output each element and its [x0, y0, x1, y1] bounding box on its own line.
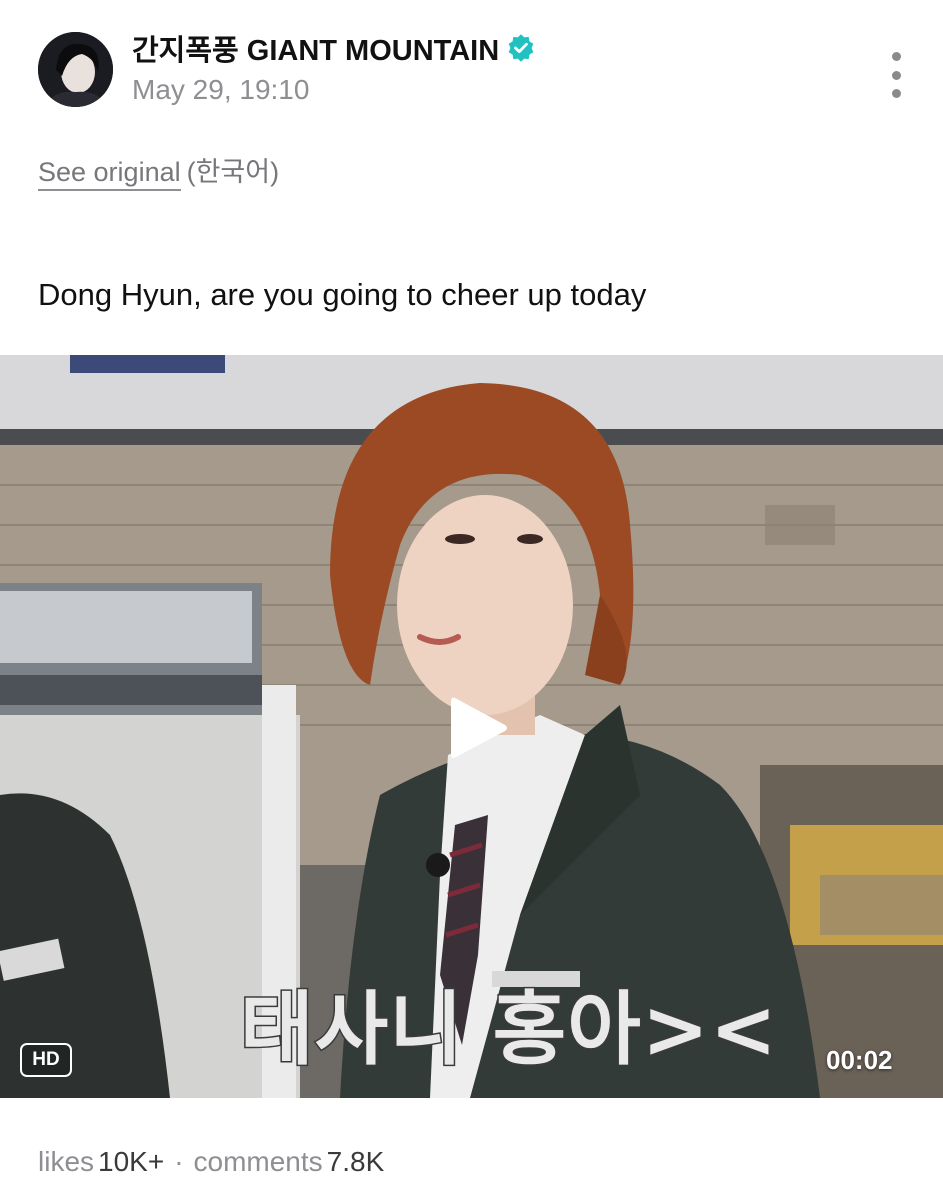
comments-label[interactable]: comments	[194, 1146, 323, 1177]
verified-badge-icon	[508, 34, 534, 62]
stats-separator: ·	[174, 1146, 184, 1177]
menu-dot	[891, 70, 901, 80]
author-name-text[interactable]: 간지폭풍 GIANT MOUNTAIN	[132, 27, 499, 69]
play-icon[interactable]	[447, 694, 509, 762]
menu-dot	[891, 52, 901, 61]
likes-count[interactable]: 10K+	[98, 1146, 164, 1177]
original-language: (한국어)	[186, 157, 280, 187]
avatar[interactable]	[38, 32, 113, 107]
video-subtitle: 태사니 홍아><	[239, 982, 779, 1078]
video-duration: 00:02	[826, 1045, 893, 1075]
comments-count[interactable]: 7.8K	[327, 1146, 385, 1177]
see-original-link[interactable]: See original	[38, 157, 181, 191]
more-vertical-icon[interactable]	[880, 52, 912, 98]
post-stats: likes 10K+ · comments 7.8K	[38, 1146, 384, 1178]
translation-info: See original (한국어)	[38, 150, 280, 191]
post-caption: Dong Hyun, are you going to cheer up tod…	[38, 277, 647, 312]
author-name[interactable]: 간지폭풍 GIANT MOUNTAIN	[132, 28, 535, 68]
likes-label[interactable]: likes	[38, 1146, 94, 1177]
menu-dot	[891, 89, 901, 98]
post-timestamp: May 29, 19:10	[132, 74, 310, 105]
hd-badge: HD	[20, 1043, 72, 1077]
